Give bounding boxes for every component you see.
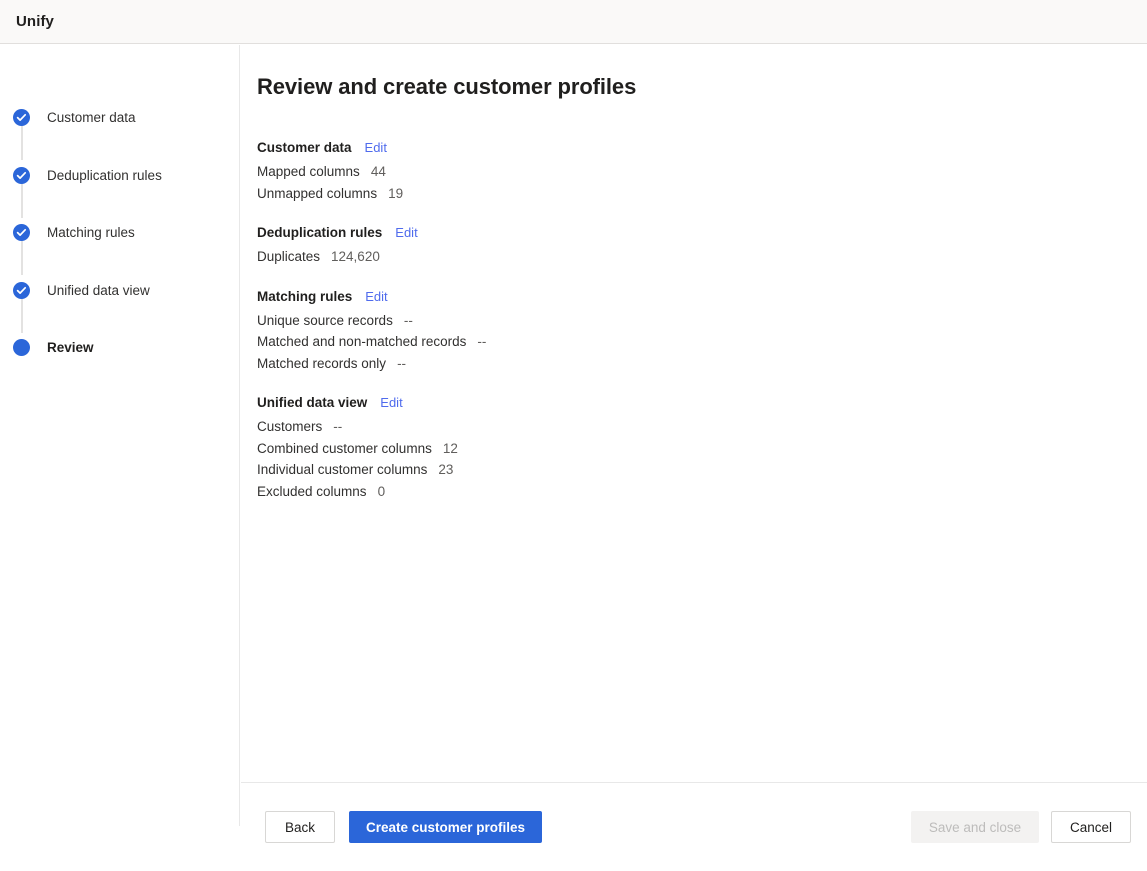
metric-value: 124,620: [331, 246, 380, 268]
sidebar-step-label: Review: [47, 339, 94, 356]
save-and-close-button: Save and close: [911, 811, 1039, 843]
metric-row: Customers --: [257, 416, 1147, 438]
body-area: Customer data Deduplication rules Matching…: [0, 45, 1147, 826]
metric-value: --: [397, 353, 406, 375]
app-title: Unify: [0, 13, 54, 30]
check-circle-icon: [13, 282, 30, 299]
metric-value: --: [404, 310, 413, 332]
check-circle-icon: [13, 167, 30, 184]
summary-group-header: Deduplication rules Edit: [257, 222, 1147, 243]
summary-group-title: Customer data: [257, 137, 352, 158]
metric-row: Unmapped columns 19: [257, 183, 1147, 205]
footer-left-actions: Back Create customer profiles: [265, 811, 542, 843]
summary-group: Unified data view Edit Customers --Combined…: [257, 392, 1147, 502]
metric-label: Mapped columns: [257, 161, 360, 183]
metric-row: Matched and non-matched records --: [257, 331, 1147, 353]
main-content: Review and create customer profiles Cust…: [241, 45, 1147, 826]
metric-row: Matched records only --: [257, 353, 1147, 375]
summary-group-title: Deduplication rules: [257, 222, 382, 243]
metric-label: Customers: [257, 416, 322, 438]
review-summary: Customer dataEditMapped columns44Unmappe…: [241, 100, 1147, 502]
summary-group: Deduplication rules Edit Duplicates 124,620: [257, 222, 1147, 268]
edit-link[interactable]: Edit: [380, 392, 402, 413]
summary-group-header: Matching rules Edit: [257, 286, 1147, 307]
summary-group-title: Unified data view: [257, 392, 367, 413]
metric-label: Unique source records: [257, 310, 393, 332]
edit-link[interactable]: Edit: [365, 137, 387, 158]
sidebar-step-matching-rules[interactable]: Matching rules: [0, 204, 239, 262]
metric-row: Duplicates 124,620: [257, 246, 1147, 268]
unify-wizard-window: Unify Customer data Deduplication rules Ma…: [0, 0, 1147, 826]
wizard-sidebar: Customer data Deduplication rules Matching…: [0, 45, 240, 826]
cancel-button[interactable]: Cancel: [1051, 811, 1131, 843]
footer-action-bar: Back Create customer profiles Save and c…: [241, 782, 1147, 871]
metric-row: Excluded columns 0: [257, 481, 1147, 503]
metric-label: Excluded columns: [257, 481, 367, 503]
sidebar-step-label: Customer data: [47, 109, 136, 126]
metric-row: Mapped columns 44: [257, 161, 1147, 183]
metric-label: Duplicates: [257, 246, 320, 268]
metric-label: Unmapped columns: [257, 183, 377, 205]
metric-value: 23: [438, 459, 453, 481]
edit-link[interactable]: Edit: [365, 286, 387, 307]
sidebar-step-label: Unified data view: [47, 282, 150, 299]
metric-label: Matched records only: [257, 353, 386, 375]
metric-row: Unique source records --: [257, 310, 1147, 332]
check-circle-icon: [13, 224, 30, 241]
summary-group-header: Unified data view Edit: [257, 392, 1147, 413]
summary-group: Customer data EditMapped columns 44Unmappe…: [257, 137, 1147, 204]
sidebar-step-unified-data-view[interactable]: Unified data view: [0, 262, 239, 320]
wizard-step-list: Customer data Deduplication rules Matching…: [0, 45, 239, 377]
summary-group: Matching rulesEditUnique source records-…: [257, 286, 1147, 375]
sidebar-step-label: Deduplication rules: [47, 167, 162, 184]
edit-link[interactable]: Edit: [395, 222, 417, 243]
app-header: Unify: [0, 0, 1147, 44]
create-customer-profiles-button[interactable]: Create customer profiles: [349, 811, 542, 843]
sidebar-step-customer-data[interactable]: Customer data: [0, 89, 239, 147]
metric-value: 12: [443, 438, 458, 460]
metric-value: 0: [378, 481, 386, 503]
metric-value: 19: [388, 183, 403, 205]
metric-label: Individual customer columns: [257, 459, 427, 481]
back-button[interactable]: Back: [265, 811, 335, 843]
metric-label: Combined customer columns: [257, 438, 432, 460]
metric-row: Combined customer columns 12: [257, 438, 1147, 460]
sidebar-step-review[interactable]: Review: [0, 319, 239, 377]
summary-group-header: Customer data Edit: [257, 137, 1147, 158]
sidebar-step-label: Matching rules: [47, 224, 135, 241]
summary-group-title: Matching rules: [257, 286, 352, 307]
filled-circle-icon: [13, 339, 30, 356]
check-circle-icon: [13, 109, 30, 126]
sidebar-step-deduplication-rules[interactable]: Deduplication rules: [0, 147, 239, 205]
metric-value: 44: [371, 161, 386, 183]
metric-value: --: [477, 331, 486, 353]
metric-row: Individual customer columns 23: [257, 459, 1147, 481]
page-title: Review and create customer profiles: [241, 45, 1147, 100]
footer-right-actions: Save and close Cancel: [911, 811, 1131, 843]
metric-label: Matched and non-matched records: [257, 331, 466, 353]
metric-value: --: [333, 416, 342, 438]
